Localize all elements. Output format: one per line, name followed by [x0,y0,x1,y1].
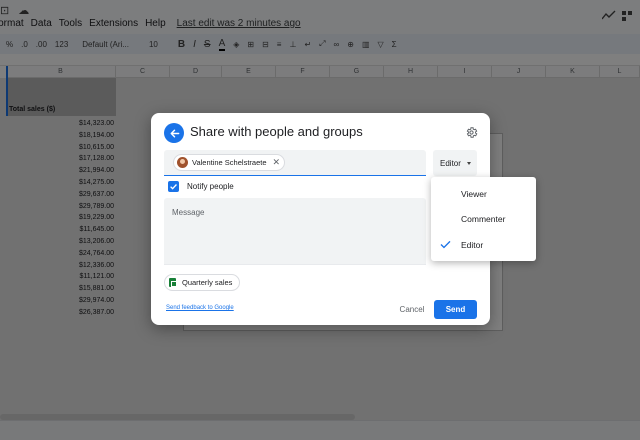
role-menu: Viewer Commenter Editor [431,177,536,261]
file-chip[interactable]: Quarterly sales [164,274,241,291]
recipient-name: Valentine Schelstraete [192,158,267,167]
role-option-label: Viewer [461,188,487,199]
checkmark-icon [440,240,451,249]
cancel-button[interactable]: Cancel [391,300,433,318]
close-icon[interactable]: ✕ [273,158,281,167]
role-option-commenter[interactable]: Commenter [431,207,536,233]
file-name: Quarterly sales [182,278,233,287]
role-option-label: Editor [461,239,484,250]
message-placeholder: Message [172,208,205,217]
gear-icon[interactable] [465,126,478,139]
check-icon [170,184,177,190]
notify-checkbox[interactable] [168,181,179,192]
sheets-file-icon [169,278,177,287]
dialog-title: Share with people and groups [190,124,363,139]
role-select-value: Editor [440,158,461,168]
role-option-editor[interactable]: Editor [431,232,536,258]
role-option-viewer[interactable]: Viewer [431,181,536,207]
notify-row: Notify people [168,181,234,192]
avatar [177,157,188,168]
role-select[interactable]: Editor [433,150,477,176]
message-input[interactable]: Message [164,198,426,265]
feedback-link[interactable]: Send feedback to Google [166,305,234,311]
notify-label: Notify people [187,182,234,191]
arrow-back-icon [170,129,179,137]
role-option-label: Commenter [461,214,506,225]
recipient-input[interactable]: Valentine Schelstraete ✕ [164,150,426,176]
send-button[interactable]: Send [434,300,477,319]
back-button[interactable] [164,123,184,143]
caret-down-icon [466,161,471,165]
recipient-chip[interactable]: Valentine Schelstraete ✕ [173,154,286,171]
